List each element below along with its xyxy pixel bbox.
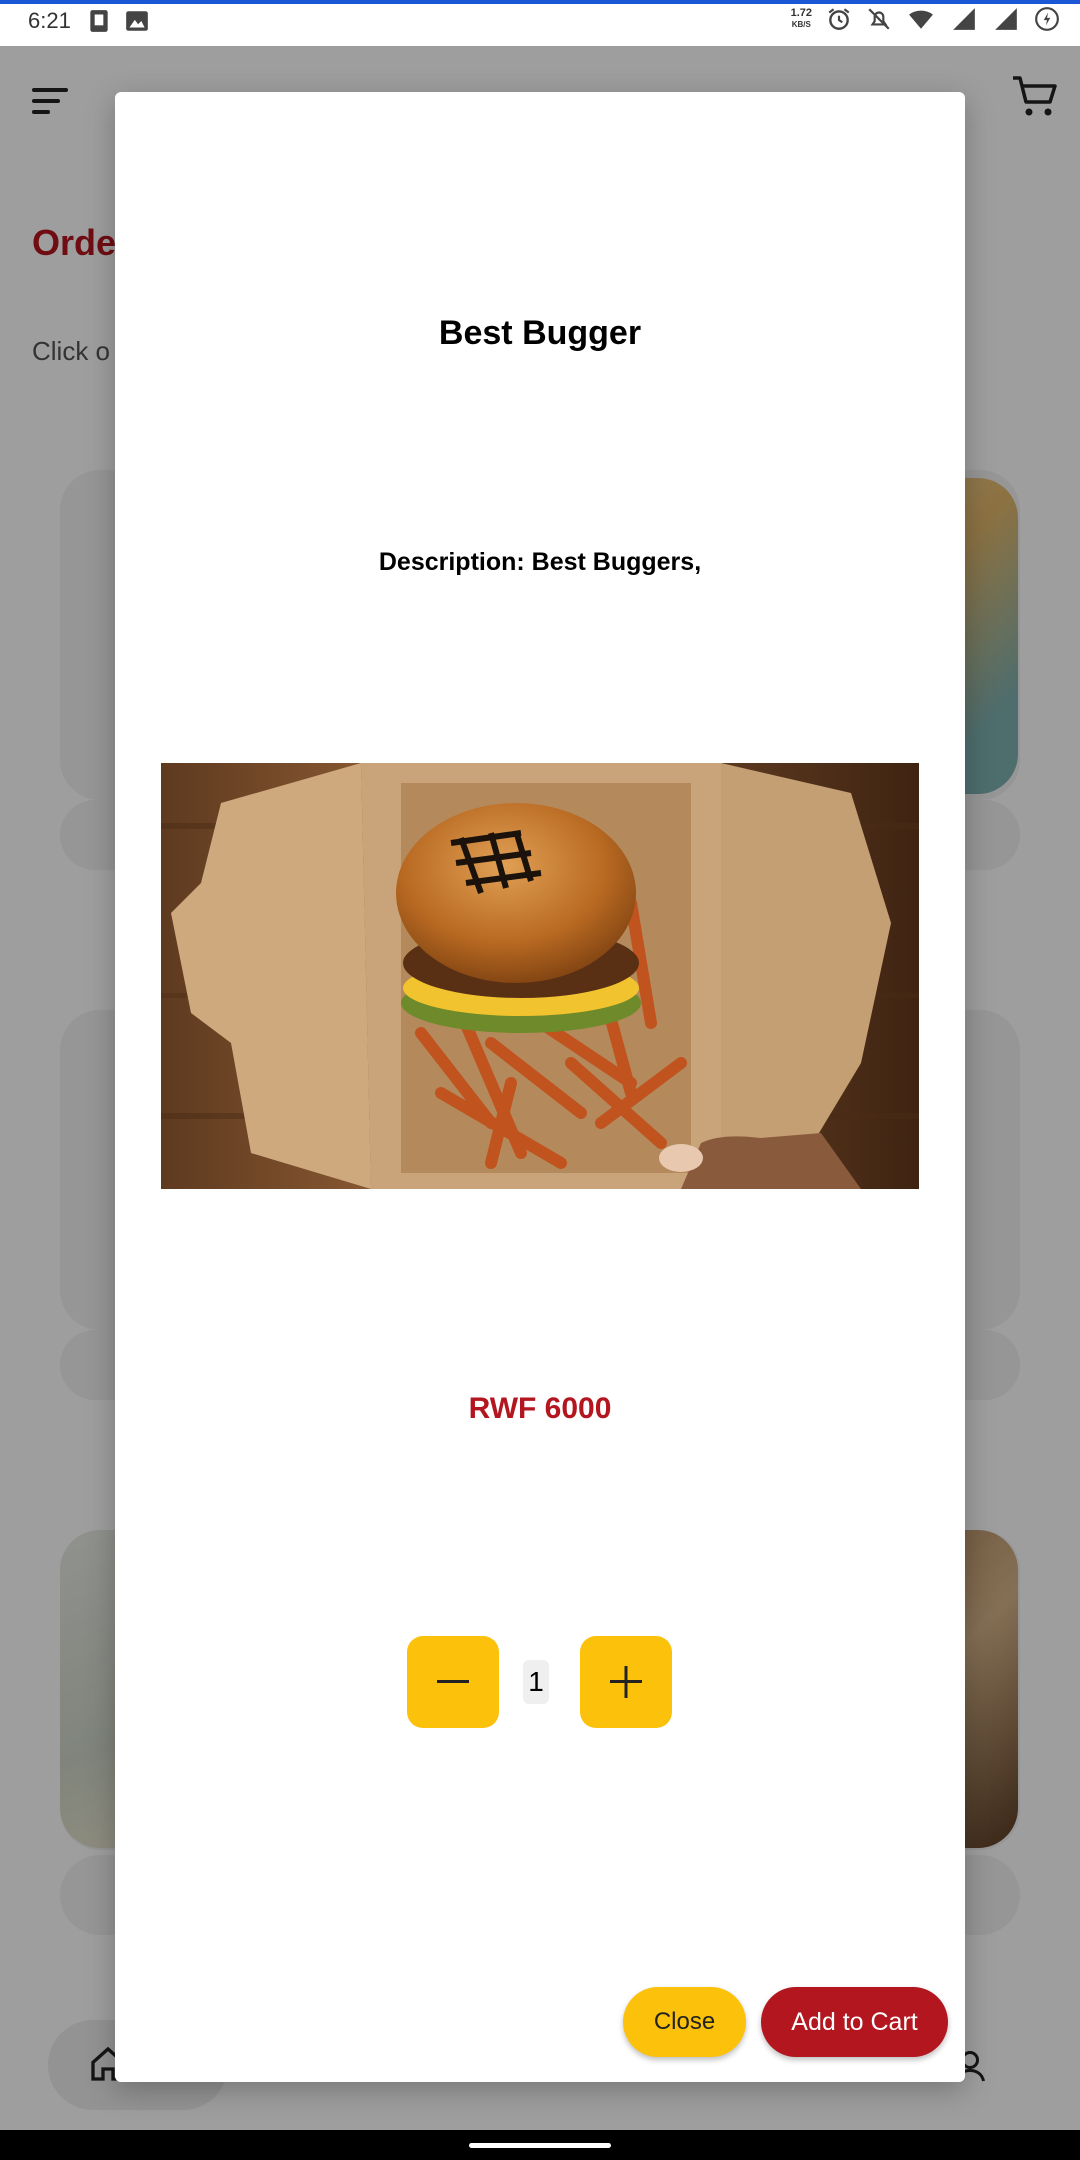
battery-icon [1035, 7, 1059, 31]
home-gesture-pill[interactable] [469, 2143, 611, 2148]
close-button[interactable]: Close [623, 1987, 746, 2057]
plus-icon [610, 1666, 642, 1698]
quantity-value: 1 [523, 1660, 549, 1704]
sim-card-icon [90, 10, 108, 32]
product-description: Description: Best Buggers, [378, 548, 702, 576]
signal-r-icon [953, 8, 975, 30]
product-image [161, 763, 919, 1189]
status-right-icons: 1.72 KB/S [791, 6, 1060, 32]
notifications-off-icon [868, 8, 890, 30]
signal-icon [995, 8, 1017, 30]
minus-icon [437, 1680, 469, 1683]
decrease-quantity-button[interactable] [407, 1636, 499, 1728]
add-to-cart-button[interactable]: Add to Cart [761, 1987, 948, 2057]
product-price: RWF 6000 [468, 1392, 612, 1425]
status-time: 6:21 [28, 8, 71, 33]
network-speed: 1.72 KB/S [790, 7, 812, 29]
increase-quantity-button[interactable] [580, 1636, 672, 1728]
wifi-icon [909, 10, 933, 29]
alarm-icon [828, 8, 850, 30]
product-title: Best Bugger [438, 314, 642, 352]
image-icon [126, 11, 148, 31]
product-dialog: Best Bugger Description: Best Buggers, R… [115, 92, 965, 2082]
